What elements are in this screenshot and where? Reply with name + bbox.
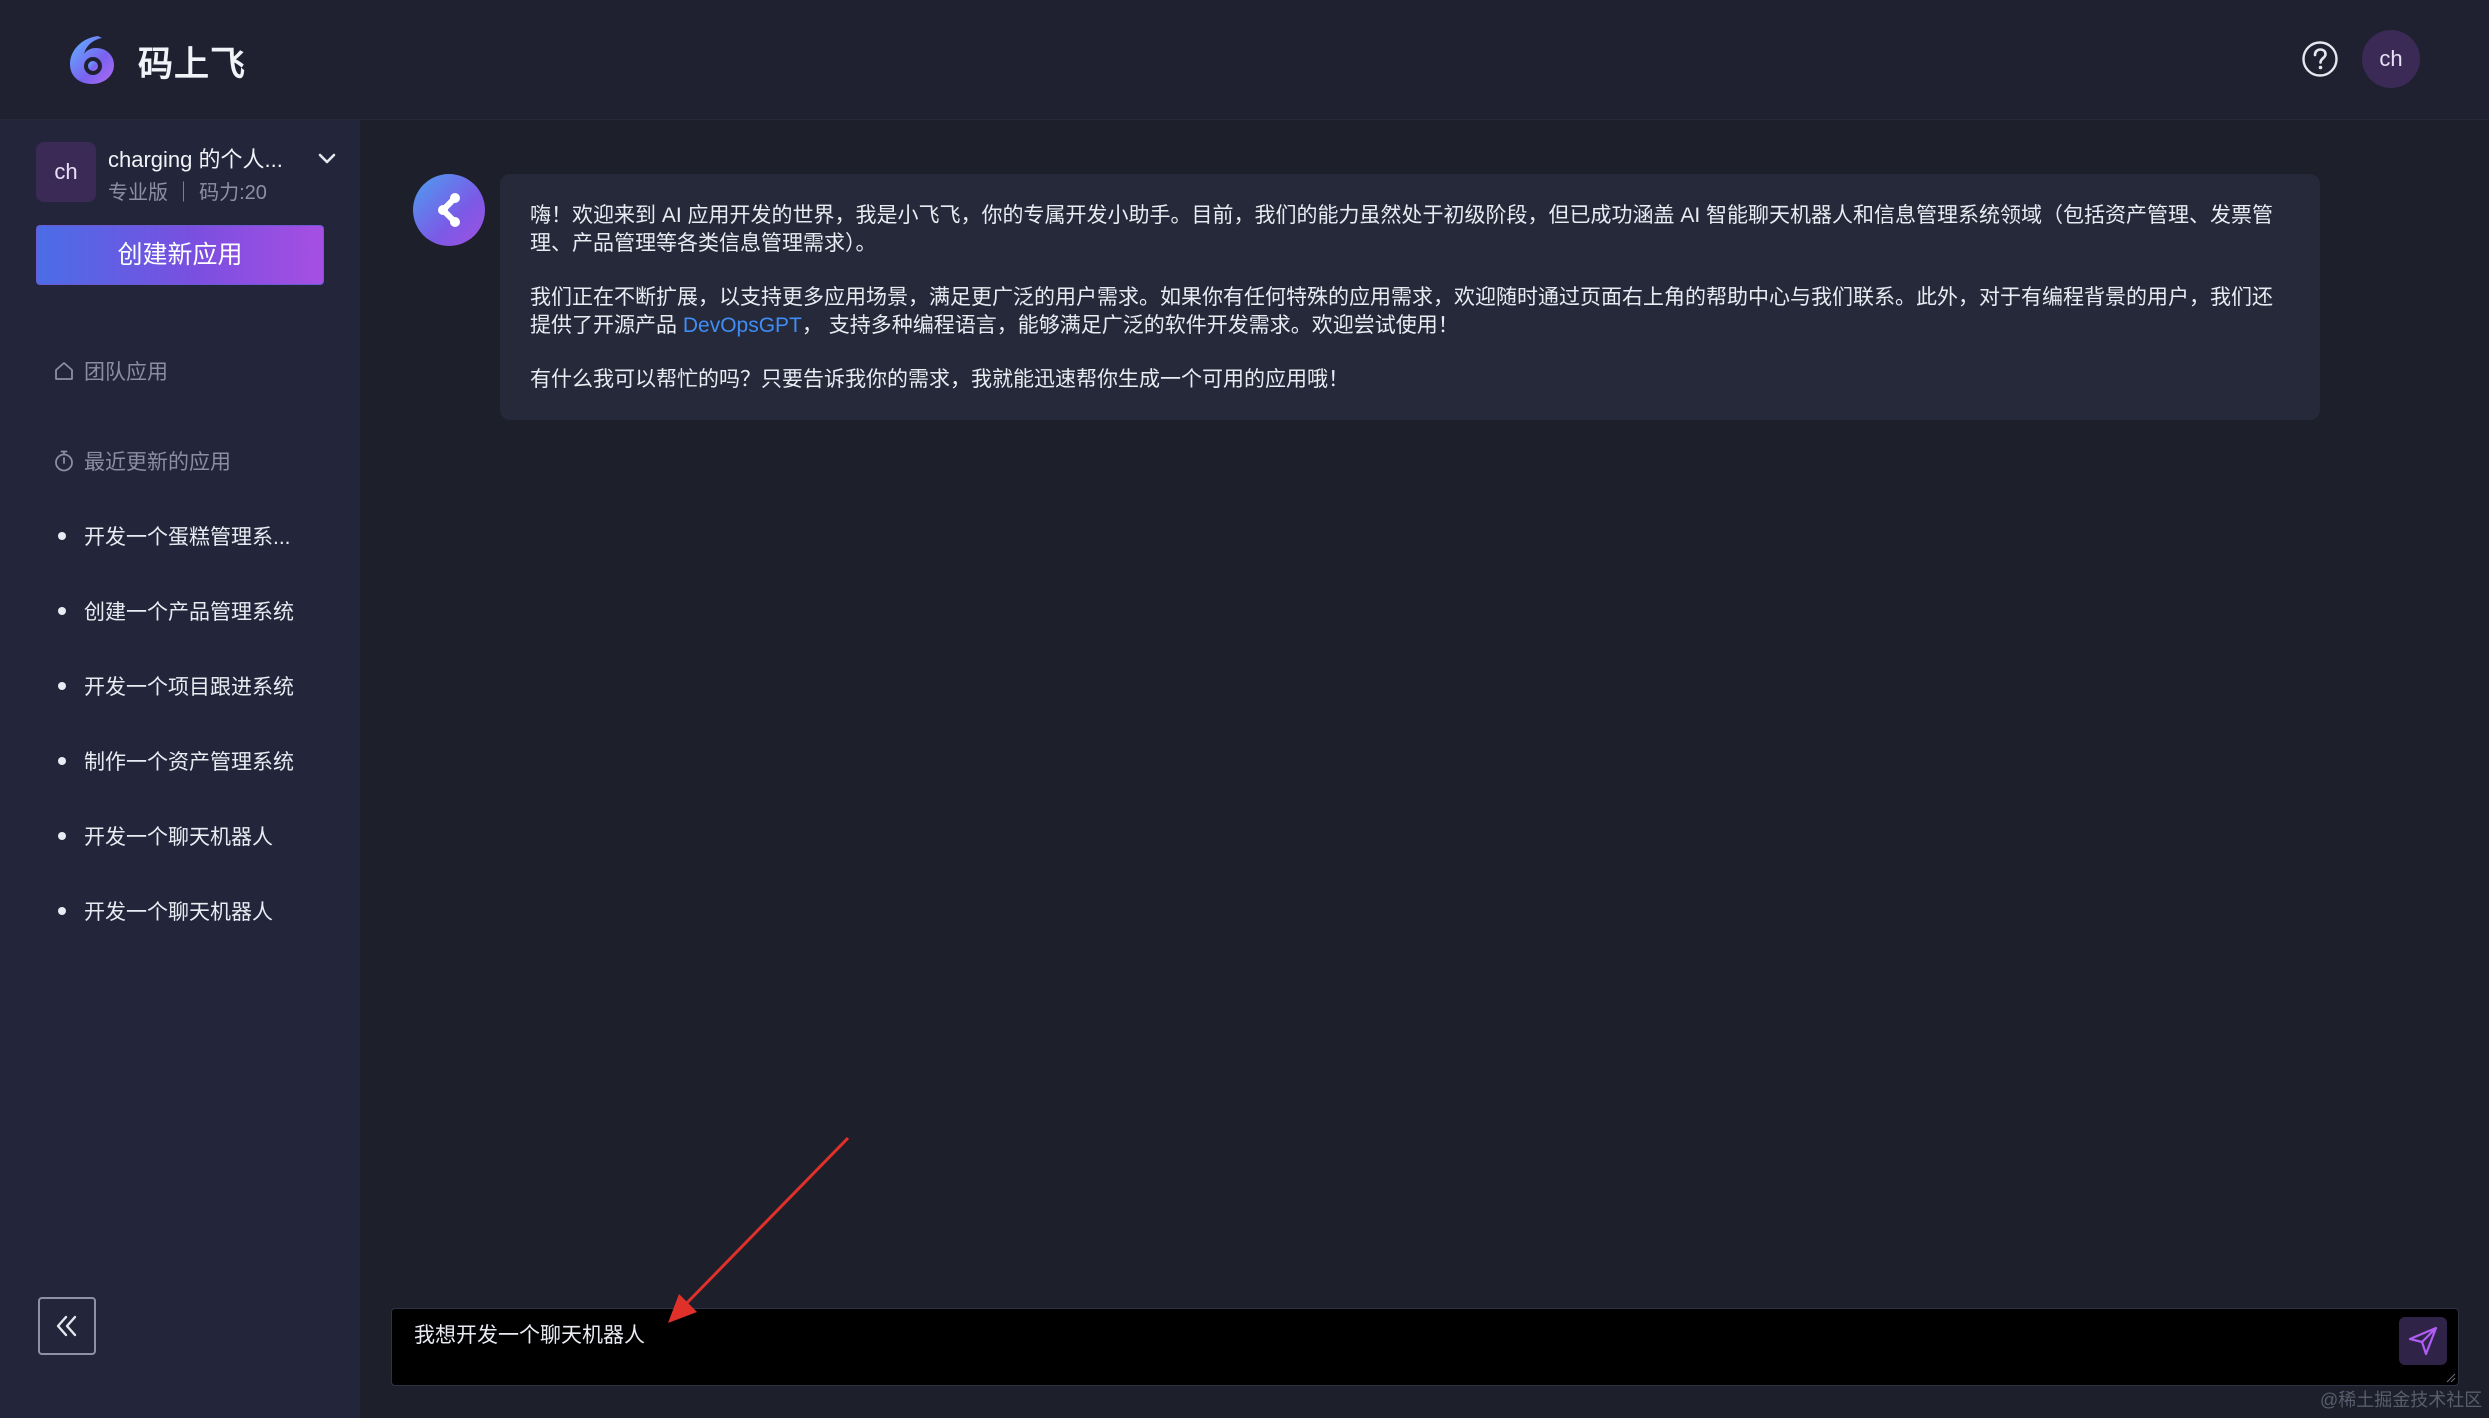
recent-app-label: 开发一个聊天机器人 [84,901,273,924]
chat-input-text[interactable]: 我想开发一个聊天机器人 [414,1319,645,1349]
home-icon [55,362,73,380]
workspace-name[interactable]: charging 的个人... [108,142,283,174]
send-icon [2408,1326,2438,1356]
chevron-down-icon[interactable] [316,148,338,170]
bullet-dot [58,607,66,615]
recent-app-item[interactable]: 创建一个产品管理系统 [58,596,294,626]
question-circle-icon[interactable] [2301,40,2339,78]
stopwatch-icon [55,450,73,472]
recent-apps-label: 最近更新的应用 [84,451,231,474]
message-paragraph: 我们正在不断扩展，以支持更多应用场景，满足更广泛的用户需求。如果你有任何特殊的应… [530,284,2290,340]
double-chevron-left-icon [56,1315,77,1337]
resize-handle-icon[interactable] [2446,1373,2456,1383]
collapse-sidebar-button[interactable] [38,1297,96,1355]
workspace-avatar[interactable]: ch [36,142,96,202]
chat-main: 嗨！欢迎来到 AI 应用开发的世界，我是小飞飞，你的专属开发小助手。目前，我们的… [361,120,2489,1418]
recent-app-item[interactable]: 开发一个项目跟进系统 [58,671,294,701]
recent-app-label: 开发一个蛋糕管理系... [84,526,291,549]
watermark: @稀土掘金技术社区 [2320,1390,2483,1410]
recent-app-label: 开发一个聊天机器人 [84,826,273,849]
recent-app-label: 开发一个项目跟进系统 [84,676,294,699]
bot-message-bubble: 嗨！欢迎来到 AI 应用开发的世界，我是小飞飞，你的专属开发小助手。目前，我们的… [500,174,2320,420]
user-avatar[interactable]: ch [2362,30,2420,88]
recent-app-item[interactable]: 开发一个聊天机器人 [58,896,273,926]
send-button[interactable] [2399,1317,2447,1365]
app-title: 码上飞 [138,45,247,84]
bot-avatar [413,174,485,246]
message-paragraph: 嗨！欢迎来到 AI 应用开发的世界，我是小飞飞，你的专属开发小助手。目前，我们的… [530,204,2274,255]
bullet-dot [58,907,66,915]
nav-team-apps-label: 团队应用 [84,361,168,384]
message-text: ， 支持多种编程语言，能够满足广泛的软件开发需求。欢迎尝试使用！ [801,314,1459,337]
message-paragraph: 有什么我可以帮忙的吗？只要告诉我你的需求，我就能迅速帮你生成一个可用的应用哦！ [530,368,1349,391]
recent-app-label: 制作一个资产管理系统 [84,751,294,774]
recent-app-item[interactable]: 开发一个聊天机器人 [58,821,273,851]
recent-apps-header: 最近更新的应用 [52,446,231,476]
recent-app-item[interactable]: 开发一个蛋糕管理系... [58,521,291,551]
app-logo-icon[interactable] [64,32,120,88]
workspace-plan-info: 专业版 ｜ 码力:20 [108,182,267,204]
bullet-dot [58,682,66,690]
create-app-button[interactable]: 创建新应用 [36,225,324,285]
bullet-dot [58,757,66,765]
nav-team-apps[interactable]: 团队应用 [52,356,168,386]
share-icon [438,193,460,227]
recent-app-label: 创建一个产品管理系统 [84,601,294,624]
top-header: 码上飞 ch [0,0,2489,120]
chat-input[interactable]: 我想开发一个聊天机器人 [391,1308,2459,1386]
devopsgpt-link[interactable]: DevOpsGPT [683,314,802,337]
bullet-dot [58,832,66,840]
recent-app-item[interactable]: 制作一个资产管理系统 [58,746,294,776]
sidebar: ch charging 的个人... 专业版 ｜ 码力:20 创建新应用 团队应… [0,120,360,1418]
bullet-dot [58,532,66,540]
